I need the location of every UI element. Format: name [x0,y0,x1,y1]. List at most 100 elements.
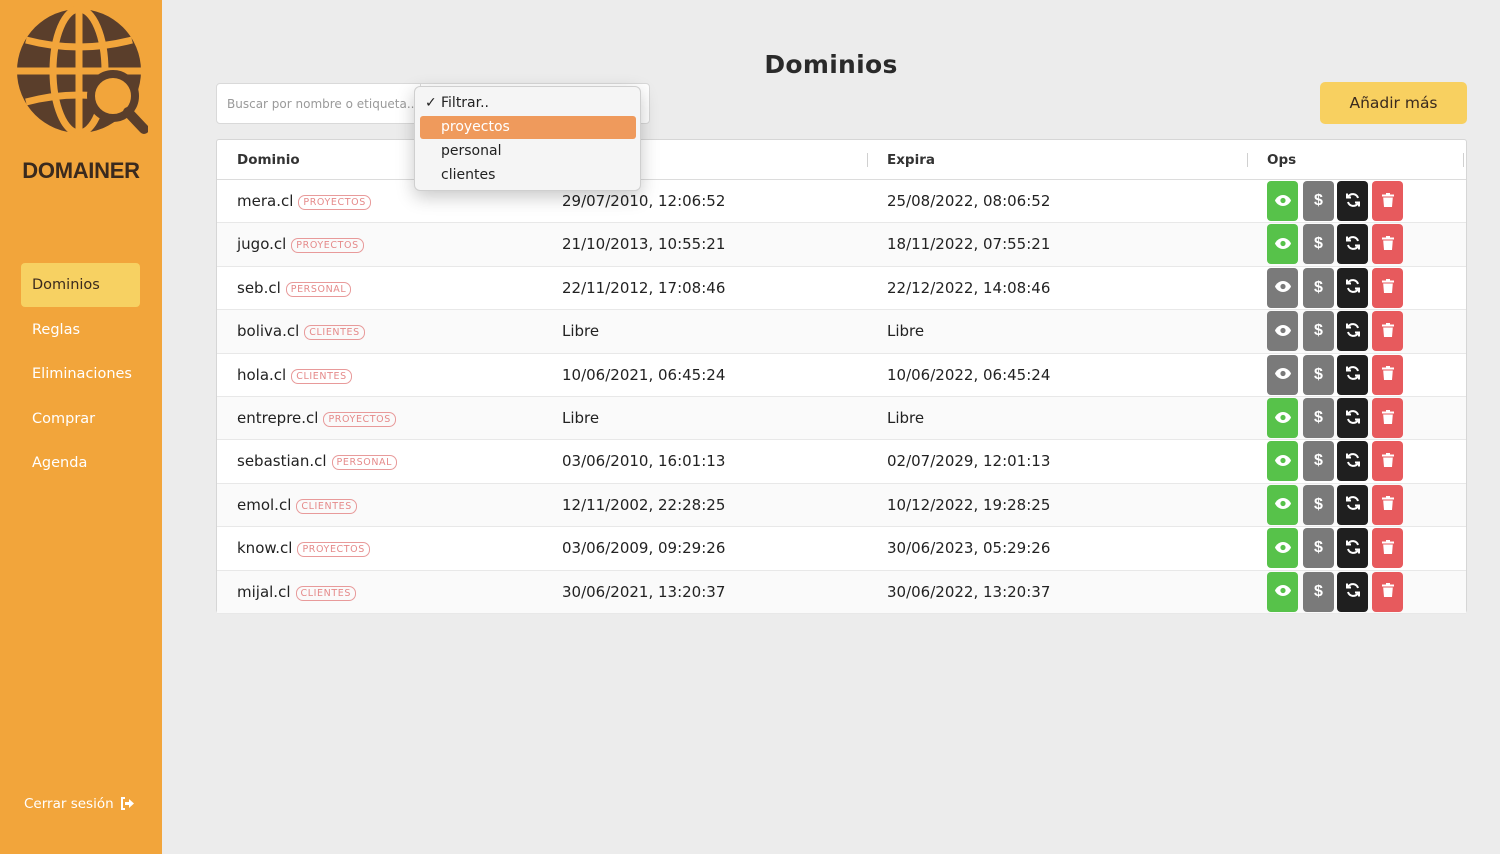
domain-cell: seb.cl PERSONAL [237,279,352,297]
domain-cell: sebastian.cl PERSONAL [237,452,398,471]
trash-icon [1381,279,1394,296]
filter-dropdown: ✓ Filtrar.. proyectos personal clientes [414,86,641,191]
renew-button[interactable] [1337,224,1368,265]
delete-button[interactable] [1372,267,1403,308]
view-button[interactable] [1267,181,1298,221]
refresh-icon [1345,192,1361,211]
created-cell: Libre [562,409,600,427]
price-button[interactable]: $ [1303,398,1334,438]
sign-out-icon [120,797,134,810]
price-button[interactable]: $ [1303,441,1334,482]
tag-badge: PROYECTOS [291,238,364,254]
dollar-icon: $ [1314,278,1323,296]
sidebar-item-comprar[interactable]: Comprar [21,397,140,441]
domain-name[interactable]: hola.cl [237,366,286,384]
filter-option-filtrar[interactable]: ✓ Filtrar.. [420,92,636,115]
table-row: seb.cl PERSONAL 22/11/2012, 17:08:46 22/12/… [217,267,1466,311]
eye-icon [1274,584,1291,599]
price-button[interactable]: $ [1303,571,1334,612]
dollar-icon: $ [1314,235,1323,253]
renew-button[interactable] [1337,354,1368,395]
delete-button[interactable] [1372,354,1403,395]
view-button[interactable] [1267,571,1298,612]
created-cell: 12/11/2002, 22:28:25 [562,495,726,514]
domain-name[interactable]: seb.cl [237,279,281,297]
renew-button[interactable] [1337,484,1368,525]
logout-link[interactable]: Cerrar sesión [24,796,134,812]
sidebar: DOMAINER Dominios Reglas Eliminaciones C… [0,0,162,854]
view-button[interactable] [1267,311,1298,352]
domain-name[interactable]: jugo.cl [237,235,286,253]
header-domain[interactable]: Dominio [237,152,300,168]
view-button[interactable] [1267,484,1298,525]
renew-button[interactable] [1337,398,1368,438]
renew-button[interactable] [1337,441,1368,482]
renew-button[interactable] [1337,267,1368,308]
delete-button[interactable] [1372,311,1403,352]
delete-button[interactable] [1372,528,1403,569]
filter-option-clientes[interactable]: clientes [420,164,636,187]
renew-button[interactable] [1337,311,1368,352]
price-button[interactable]: $ [1303,267,1334,308]
table-row: emol.cl CLIENTES 12/11/2002, 22:28:25 10/12… [217,483,1466,528]
domain-cell: boliva.cl CLIENTES [237,322,365,341]
delete-button[interactable] [1372,398,1403,438]
price-button[interactable]: $ [1303,224,1334,265]
domain-name[interactable]: mera.cl [237,192,293,210]
domain-cell: know.cl PROYECTOS [237,539,370,558]
view-button[interactable] [1267,224,1298,265]
price-button[interactable]: $ [1303,528,1334,569]
tag-badge: PERSONAL [331,455,398,471]
delete-button[interactable] [1372,484,1403,525]
domain-name[interactable]: mijal.cl [237,583,291,601]
domain-cell: entrepre.cl PROYECTOS [237,409,396,427]
search-input[interactable] [216,83,431,124]
view-button[interactable] [1267,354,1298,395]
delete-button[interactable] [1372,181,1403,221]
globe-search-icon[interactable] [14,6,148,140]
created-cell: 03/06/2010, 16:01:13 [562,452,726,471]
domain-name[interactable]: boliva.cl [237,322,299,340]
expires-cell: 02/07/2029, 12:01:13 [887,452,1051,471]
view-button[interactable] [1267,441,1298,482]
table-row: mijal.cl CLIENTES 30/06/2021, 13:20:37 30/0… [217,570,1466,614]
domains-table: Dominio Expira Ops mera.cl PROYECTOS 29/07… [216,139,1467,614]
sidebar-item-eliminaciones[interactable]: Eliminaciones [21,352,140,396]
delete-button[interactable] [1372,441,1403,482]
tag-badge: PERSONAL [285,281,352,297]
domain-name[interactable]: emol.cl [237,496,291,514]
renew-button[interactable] [1337,571,1368,612]
price-button[interactable]: $ [1303,311,1334,352]
created-cell: Libre [562,322,600,341]
view-button[interactable] [1267,398,1298,438]
domain-name[interactable]: know.cl [237,539,292,557]
add-more-button[interactable]: Añadir más [1320,82,1467,124]
page-title: Dominios [764,50,898,79]
delete-button[interactable] [1372,224,1403,265]
dollar-icon: $ [1314,192,1323,209]
created-cell: 21/10/2013, 10:55:21 [562,235,726,254]
view-button[interactable] [1267,528,1298,569]
price-button[interactable]: $ [1303,354,1334,395]
expires-cell: 25/08/2022, 08:06:52 [887,192,1051,210]
domain-name[interactable]: sebastian.cl [237,452,327,470]
delete-button[interactable] [1372,571,1403,612]
price-button[interactable]: $ [1303,181,1334,221]
price-button[interactable]: $ [1303,484,1334,525]
renew-button[interactable] [1337,181,1368,221]
sidebar-item-reglas[interactable]: Reglas [21,308,140,352]
domain-cell: emol.cl CLIENTES [237,496,357,514]
filter-option-personal[interactable]: personal [420,140,636,163]
view-button[interactable] [1267,267,1298,308]
renew-button[interactable] [1337,528,1368,569]
domain-name[interactable]: entrepre.cl [237,409,318,427]
trash-icon [1381,452,1394,470]
sidebar-item-dominios[interactable]: Dominios [21,263,140,307]
header-expires[interactable]: Expira [887,152,935,168]
refresh-icon [1345,235,1361,254]
sidebar-item-agenda[interactable]: Agenda [21,441,140,485]
filter-option-proyectos[interactable]: proyectos [420,116,636,139]
refresh-icon [1345,495,1361,514]
created-cell: 10/06/2021, 06:45:24 [562,365,726,384]
expires-cell: 10/06/2022, 06:45:24 [887,365,1051,384]
